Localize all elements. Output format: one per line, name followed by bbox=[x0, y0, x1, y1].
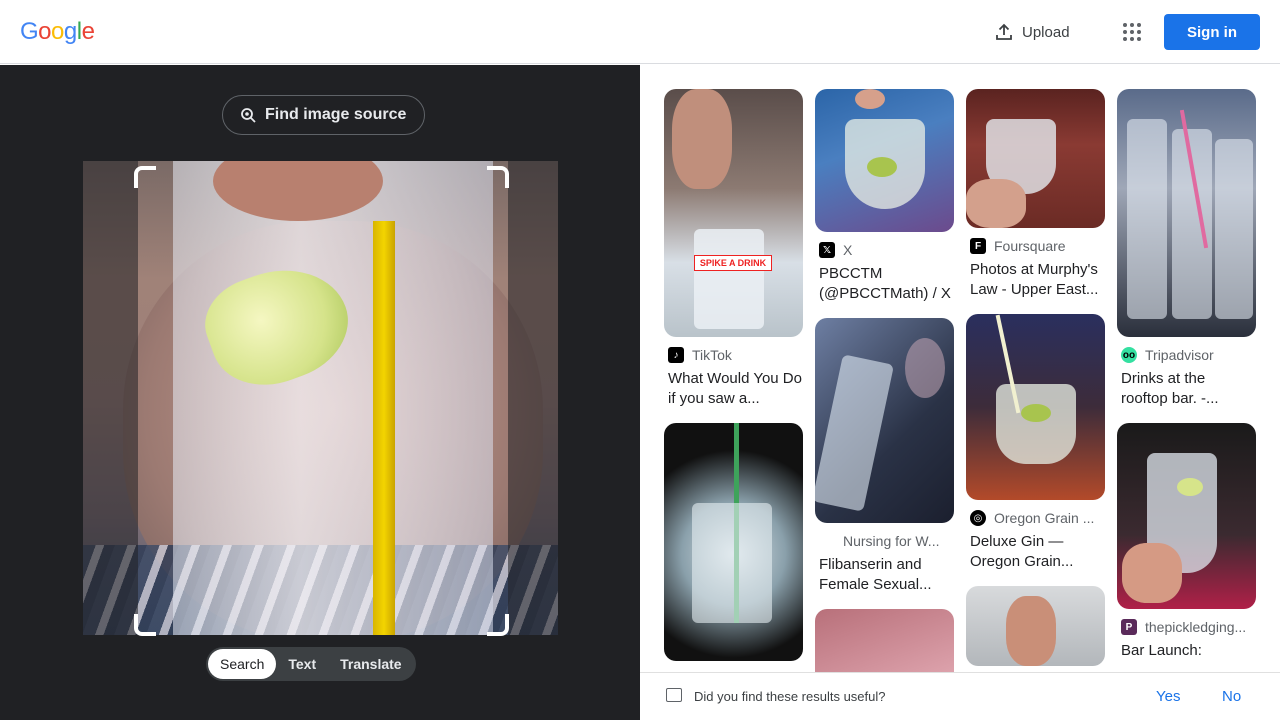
upload-icon bbox=[996, 23, 1012, 40]
pickled-ging-icon: P bbox=[1121, 619, 1137, 635]
result-card[interactable]: 𝕏 X PBCCTM (@PBCCTMath) / X bbox=[815, 89, 954, 304]
lens-search-icon bbox=[241, 108, 256, 123]
logo-letter: e bbox=[81, 18, 95, 45]
upload-label: Upload bbox=[1022, 23, 1070, 41]
feedback-bar: Did you find these results useful? Yes N… bbox=[640, 672, 1280, 720]
crop-handle-top-right[interactable] bbox=[487, 166, 509, 188]
result-source: ♪ TikTok bbox=[664, 347, 803, 363]
logo-letter: g bbox=[63, 18, 77, 45]
result-card[interactable]: P thepickledging... Bar Launch: bbox=[1117, 423, 1256, 661]
google-logo[interactable]: Google bbox=[20, 18, 95, 46]
result-thumbnail[interactable]: SPIKE A DRINK bbox=[664, 89, 803, 337]
lens-mode-tabs: Search Text Translate bbox=[206, 647, 416, 681]
results-column-3: F Foursquare Photos at Murphy's Law - Up… bbox=[966, 89, 1105, 676]
query-image-pane: Find image source bbox=[0, 65, 640, 720]
feedback-icon bbox=[666, 688, 682, 702]
result-source: ◎ Oregon Grain ... bbox=[966, 510, 1105, 526]
result-thumbnail[interactable] bbox=[966, 314, 1105, 500]
result-card[interactable] bbox=[664, 423, 803, 661]
result-thumbnail[interactable] bbox=[815, 89, 954, 232]
result-source: Nursing for W... bbox=[815, 533, 954, 549]
result-card[interactable] bbox=[966, 586, 1105, 666]
result-thumbnail[interactable] bbox=[966, 89, 1105, 228]
feedback-no-button[interactable]: No bbox=[1222, 688, 1241, 705]
feedback-yes-button[interactable]: Yes bbox=[1156, 688, 1180, 705]
logo-letter: o bbox=[38, 18, 52, 45]
thumbnail-overlay-text: SPIKE A DRINK bbox=[694, 255, 772, 271]
results-column-4: oo Tripadvisor Drinks at the rooftop bar… bbox=[1117, 89, 1256, 671]
feedback-question: Did you find these results useful? bbox=[694, 689, 886, 704]
site-icon bbox=[819, 533, 835, 549]
find-image-source-label: Find image source bbox=[265, 106, 407, 123]
result-title[interactable]: What Would You Do if you saw a... bbox=[664, 369, 803, 409]
result-card[interactable]: oo Tripadvisor Drinks at the rooftop bar… bbox=[1117, 89, 1256, 409]
result-source: 𝕏 X bbox=[815, 242, 954, 258]
tab-search[interactable]: Search bbox=[208, 649, 277, 679]
tiktok-icon: ♪ bbox=[668, 347, 684, 363]
results-column-1: SPIKE A DRINK ♪ TikTok What Would You Do… bbox=[664, 89, 803, 671]
result-source-name: Oregon Grain ... bbox=[994, 510, 1095, 526]
result-card[interactable]: SPIKE A DRINK ♪ TikTok What Would You Do… bbox=[664, 89, 803, 409]
result-card[interactable]: Nursing for W... Flibanserin and Female … bbox=[815, 318, 954, 595]
result-source-name: Tripadvisor bbox=[1145, 347, 1214, 363]
tripadvisor-icon: oo bbox=[1121, 347, 1137, 363]
results-column-2: 𝕏 X PBCCTM (@PBCCTMath) / X Nursing for … bbox=[815, 89, 954, 699]
tab-text[interactable]: Text bbox=[276, 649, 328, 679]
result-source-name: thepickledging... bbox=[1145, 619, 1247, 635]
x-icon: 𝕏 bbox=[819, 242, 835, 258]
result-source: F Foursquare bbox=[966, 238, 1105, 254]
crop-handle-bottom-right[interactable] bbox=[487, 614, 509, 636]
result-card[interactable]: ◎ Oregon Grain ... Deluxe Gin — Oregon G… bbox=[966, 314, 1105, 572]
result-title[interactable]: Drinks at the rooftop bar. -... bbox=[1117, 369, 1256, 409]
crop-handle-bottom-left[interactable] bbox=[134, 614, 156, 636]
crop-handle-top-left[interactable] bbox=[134, 166, 156, 188]
sign-in-button[interactable]: Sign in bbox=[1164, 14, 1260, 50]
foursquare-icon: F bbox=[970, 238, 986, 254]
result-source-name: Foursquare bbox=[994, 238, 1066, 254]
find-image-source-button[interactable]: Find image source bbox=[222, 95, 426, 135]
query-image[interactable] bbox=[83, 161, 558, 635]
oregon-grain-icon: ◎ bbox=[970, 510, 986, 526]
result-thumbnail[interactable] bbox=[1117, 423, 1256, 609]
result-card[interactable]: F Foursquare Photos at Murphy's Law - Up… bbox=[966, 89, 1105, 300]
result-title[interactable]: Bar Launch: bbox=[1117, 641, 1256, 661]
tab-translate[interactable]: Translate bbox=[328, 649, 413, 679]
google-apps-icon[interactable] bbox=[1116, 16, 1148, 48]
result-source-name: X bbox=[843, 242, 853, 258]
result-thumbnail[interactable] bbox=[1117, 89, 1256, 337]
result-thumbnail[interactable] bbox=[664, 423, 803, 661]
result-source: P thepickledging... bbox=[1117, 619, 1256, 635]
result-title[interactable]: Photos at Murphy's Law - Upper East... bbox=[966, 260, 1105, 300]
top-header: Google Upload Sign in bbox=[0, 0, 1280, 64]
result-title[interactable]: Deluxe Gin — Oregon Grain... bbox=[966, 532, 1105, 572]
logo-letter: o bbox=[51, 18, 64, 45]
result-thumbnail[interactable] bbox=[966, 586, 1105, 666]
upload-button[interactable]: Upload bbox=[984, 14, 1080, 50]
result-title[interactable]: Flibanserin and Female Sexual... bbox=[815, 555, 954, 595]
result-thumbnail[interactable] bbox=[815, 318, 954, 523]
result-title[interactable]: PBCCTM (@PBCCTMath) / X bbox=[815, 264, 954, 304]
logo-letter: G bbox=[20, 18, 39, 45]
result-source-name: TikTok bbox=[692, 347, 732, 363]
visual-matches-pane: SPIKE A DRINK ♪ TikTok What Would You Do… bbox=[640, 65, 1280, 720]
result-source: oo Tripadvisor bbox=[1117, 347, 1256, 363]
result-source-name: Nursing for W... bbox=[843, 533, 940, 549]
